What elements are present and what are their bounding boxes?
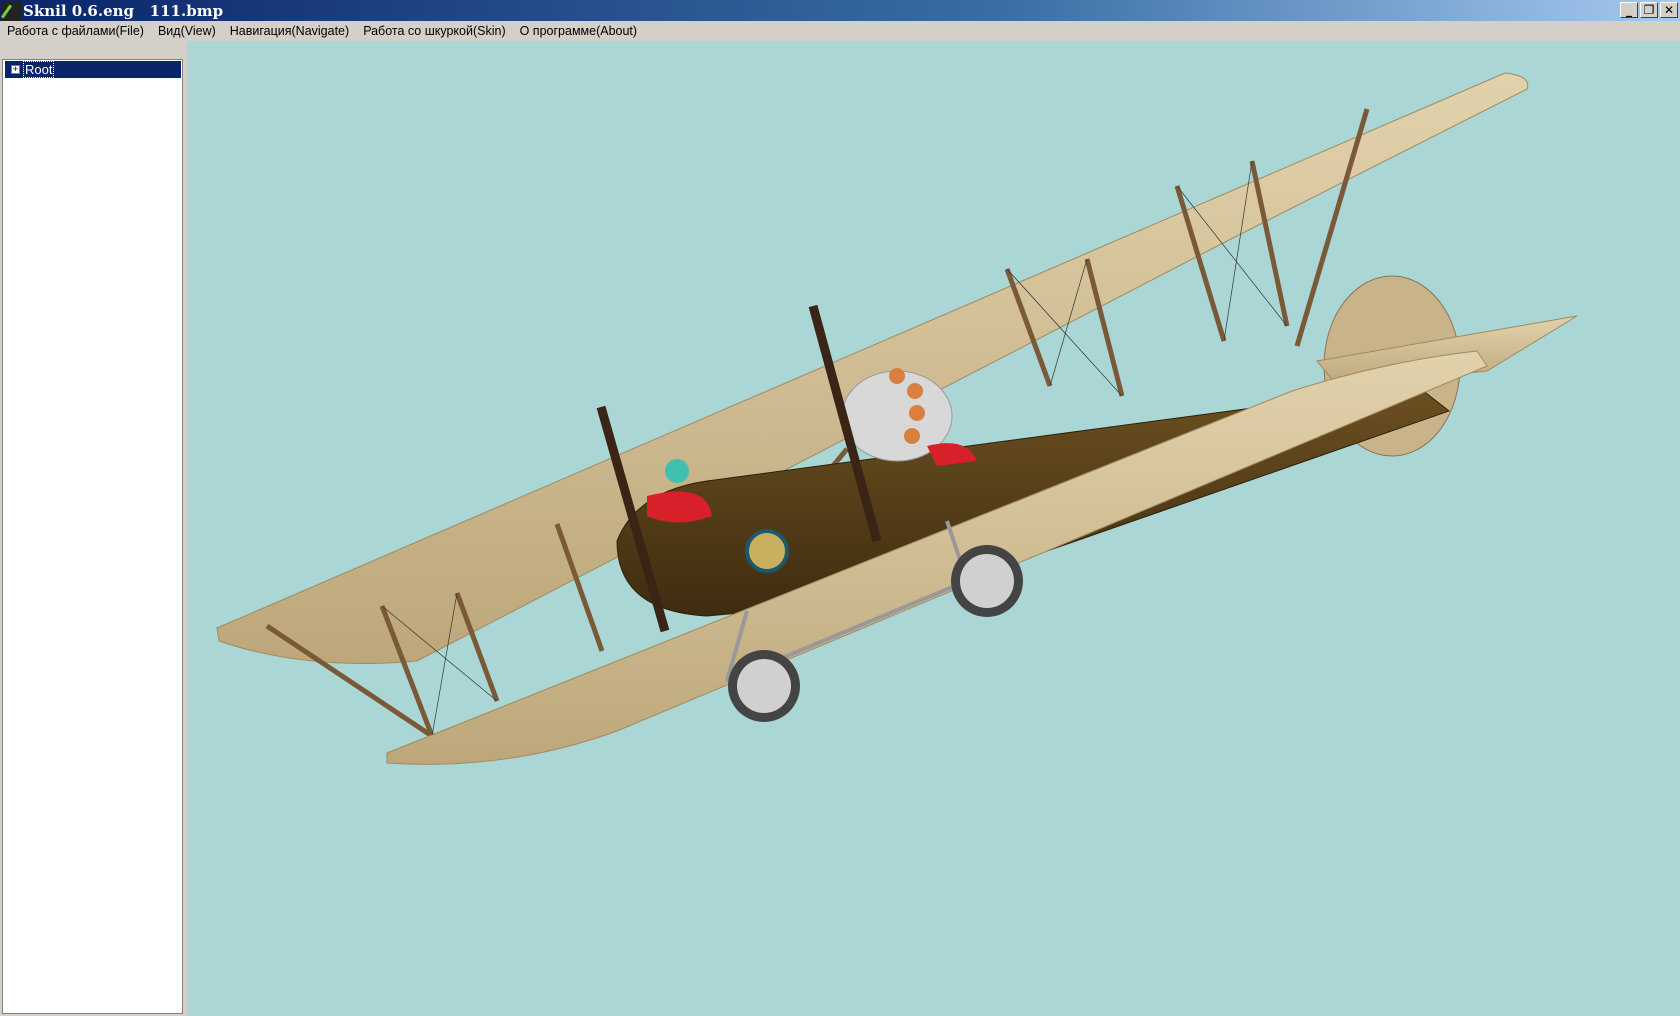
menu-file[interactable]: Работа с файлами(File) (7, 24, 144, 38)
tree-item-root[interactable]: + Root (5, 61, 181, 78)
close-button[interactable]: ✕ (1660, 2, 1678, 18)
tree-item-label: Root (23, 61, 55, 78)
maximize-button[interactable]: ❐ (1640, 2, 1658, 18)
menu-about[interactable]: О программе(About) (520, 24, 637, 38)
menu-navigate[interactable]: Навигация(Navigate) (230, 24, 349, 38)
roundel (745, 529, 789, 573)
expand-icon[interactable]: + (11, 65, 20, 74)
menu-bar: Работа с файлами(File) Вид(View) Навигац… (0, 21, 1680, 41)
minimize-button[interactable]: _ (1620, 2, 1638, 18)
gunner (665, 459, 689, 483)
3d-viewport[interactable] (187, 41, 1680, 1016)
wheel-right (951, 545, 1023, 617)
tree-view[interactable]: + Root (2, 59, 183, 1014)
wheel-left (728, 650, 800, 722)
app-icon (1, 0, 21, 21)
menu-skin[interactable]: Работа со шкуркой(Skin) (363, 24, 505, 38)
menu-view[interactable]: Вид(View) (158, 24, 216, 38)
window-title: Sknil 0.6.eng 111.bmp (23, 1, 224, 20)
sidebar: + Root (0, 41, 185, 1016)
biplane-model (216, 72, 1578, 765)
title-bar: Sknil 0.6.eng 111.bmp _ ❐ ✕ (0, 0, 1680, 21)
